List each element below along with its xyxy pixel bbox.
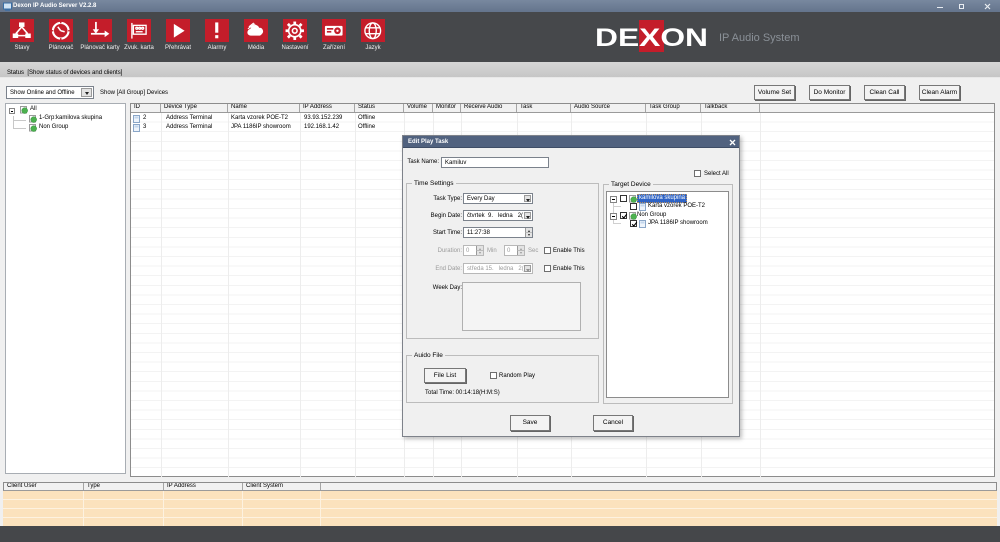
svg-text:DEXON: DEXON bbox=[595, 24, 708, 52]
